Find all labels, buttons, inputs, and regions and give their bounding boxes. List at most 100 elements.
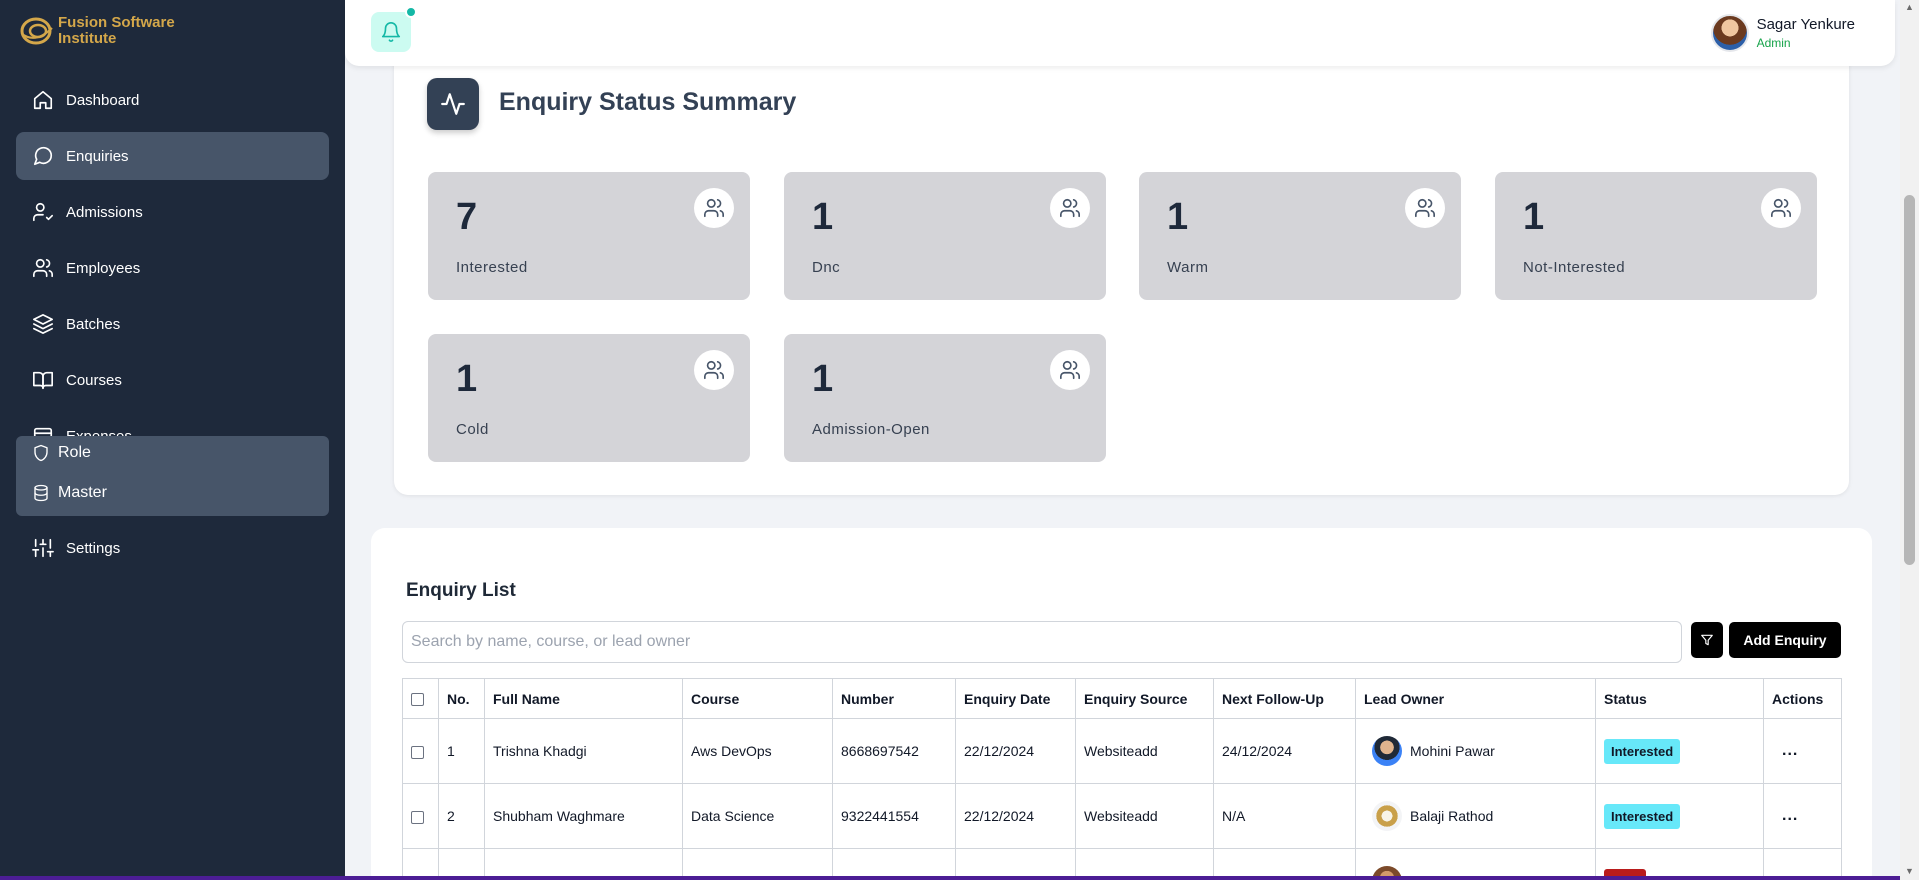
row-actions-button[interactable]: ... bbox=[1772, 807, 1798, 824]
brand[interactable]: Fusion Software Institute bbox=[18, 14, 175, 48]
column-header[interactable]: Status bbox=[1595, 678, 1764, 719]
row-select-cell bbox=[402, 783, 439, 849]
book-open-icon bbox=[33, 371, 53, 390]
stat-label: Not-Interested bbox=[1523, 259, 1626, 276]
lead-owner-name: Balaji Rathod bbox=[1410, 808, 1494, 824]
sidebar-item-dashboard[interactable]: Dashboard bbox=[16, 76, 329, 124]
stat-label: Interested bbox=[456, 259, 528, 276]
enquiry-table: No. Full Name Course Number Enquiry Date… bbox=[402, 678, 1842, 880]
topbar: Sagar Yenkure Admin bbox=[345, 0, 1895, 66]
stat-count: 7 bbox=[456, 196, 478, 238]
layers-icon bbox=[33, 314, 53, 334]
cell-enquiry-source: Websiteadd bbox=[1075, 718, 1214, 784]
stat-label: Dnc bbox=[812, 259, 841, 276]
submenu-item-role[interactable]: Role bbox=[32, 444, 91, 462]
submenu-item-master[interactable]: Master bbox=[32, 484, 107, 502]
stat-card-cold[interactable]: 1 Cold bbox=[428, 334, 750, 462]
filter-button[interactable] bbox=[1691, 622, 1723, 658]
stat-card-warm[interactable]: 1 Warm bbox=[1139, 172, 1461, 300]
stat-label: Cold bbox=[456, 421, 489, 438]
cell-enquiry-source: Websiteadd bbox=[1075, 783, 1214, 849]
users-icon bbox=[694, 188, 734, 228]
cell-status: Interested bbox=[1595, 718, 1764, 784]
cell-full-name: Shubham Waghmare bbox=[484, 783, 683, 849]
column-header[interactable]: Next Follow-Up bbox=[1213, 678, 1356, 719]
bell-icon bbox=[381, 22, 401, 43]
cell-enquiry-date: 22/12/2024 bbox=[955, 718, 1076, 784]
enquiry-list-card: Enquiry List Add Enquiry No. Full Name C… bbox=[371, 528, 1872, 880]
stat-count: 1 bbox=[812, 196, 834, 238]
cell-no: 1 bbox=[438, 718, 485, 784]
column-header[interactable]: Number bbox=[832, 678, 956, 719]
sidebar-item-admissions[interactable]: Admissions bbox=[16, 188, 329, 236]
database-icon bbox=[34, 484, 48, 502]
avatar bbox=[1372, 736, 1402, 766]
shield-icon bbox=[34, 444, 48, 462]
column-header[interactable]: No. bbox=[438, 678, 485, 719]
column-header[interactable]: Course bbox=[682, 678, 833, 719]
search-input[interactable] bbox=[402, 621, 1682, 663]
cell-enquiry-date: 22/12/2024 bbox=[955, 783, 1076, 849]
cell-number: 9322441554 bbox=[832, 783, 956, 849]
users-icon bbox=[1050, 188, 1090, 228]
sidebar-item-settings[interactable]: Settings bbox=[16, 524, 329, 572]
filter-icon bbox=[1701, 634, 1713, 646]
column-header[interactable]: Lead Owner bbox=[1355, 678, 1596, 719]
message-circle-icon bbox=[33, 146, 53, 166]
scroll-down-icon[interactable]: ▼ bbox=[1903, 866, 1916, 876]
master-submenu: Role Master bbox=[16, 436, 329, 516]
sidebar: Fusion Software Institute Dashboard Enqu… bbox=[0, 0, 345, 880]
stat-card-dnc[interactable]: 1 Dnc bbox=[784, 172, 1106, 300]
sidebar-item-employees[interactable]: Employees bbox=[16, 244, 329, 292]
row-actions-button[interactable]: ... bbox=[1772, 742, 1798, 759]
notifications-button[interactable] bbox=[371, 6, 417, 52]
column-header[interactable]: Enquiry Date bbox=[955, 678, 1076, 719]
brand-line-1: Fusion Software bbox=[58, 14, 175, 31]
scroll-up-icon[interactable]: ▲ bbox=[1903, 2, 1916, 12]
sidebar-item-label: Batches bbox=[66, 315, 121, 333]
table-row[interactable]: 1 Trishna Khadgi Aws DevOps 8668697542 2… bbox=[402, 718, 1842, 784]
submenu-item-label: Master bbox=[58, 484, 107, 501]
brand-name: Fusion Software Institute bbox=[58, 15, 175, 47]
row-select-cell bbox=[402, 718, 439, 784]
column-header[interactable]: Full Name bbox=[484, 678, 683, 719]
sidebar-item-label: Admissions bbox=[66, 203, 143, 221]
notification-dot bbox=[405, 6, 417, 18]
cell-course: Data Science bbox=[682, 783, 833, 849]
column-header[interactable]: Enquiry Source bbox=[1075, 678, 1214, 719]
stat-card-admission-open[interactable]: 1 Admission-Open bbox=[784, 334, 1106, 462]
add-enquiry-button[interactable]: Add Enquiry bbox=[1729, 622, 1841, 658]
sidebar-item-batches[interactable]: Batches bbox=[16, 300, 329, 348]
row-checkbox[interactable] bbox=[411, 810, 424, 824]
user-check-icon bbox=[33, 202, 53, 222]
cell-no: 2 bbox=[438, 783, 485, 849]
scrollbar-thumb[interactable] bbox=[1904, 195, 1915, 565]
stat-count: 1 bbox=[1167, 196, 1189, 238]
stat-label: Warm bbox=[1167, 259, 1209, 276]
user-menu[interactable]: Sagar Yenkure Admin bbox=[1710, 14, 1855, 52]
cell-full-name: Trishna Khadgi bbox=[484, 718, 683, 784]
enquiry-status-summary: Enquiry Status Summary 7 Interested 1 Dn… bbox=[394, 40, 1849, 495]
stat-card-interested[interactable]: 7 Interested bbox=[428, 172, 750, 300]
cell-course: Aws DevOps bbox=[682, 718, 833, 784]
sidebar-item-enquiries[interactable]: Enquiries bbox=[16, 132, 329, 180]
cell-actions: ... bbox=[1763, 718, 1842, 784]
column-header: Actions bbox=[1763, 678, 1842, 719]
sidebar-item-label: Employees bbox=[66, 259, 141, 277]
users-icon bbox=[33, 258, 53, 278]
summary-title: Enquiry Status Summary bbox=[499, 88, 797, 116]
row-checkbox[interactable] bbox=[411, 745, 424, 759]
select-all-cell bbox=[402, 678, 439, 719]
cell-lead-owner: Mohini Pawar bbox=[1355, 718, 1596, 784]
table-header-row: No. Full Name Course Number Enquiry Date… bbox=[402, 678, 1842, 719]
table-row[interactable]: 2 Shubham Waghmare Data Science 93224415… bbox=[402, 783, 1842, 849]
cell-actions: ... bbox=[1763, 783, 1842, 849]
users-icon bbox=[1761, 188, 1801, 228]
select-all-checkbox[interactable] bbox=[411, 693, 424, 707]
sidebar-item-courses[interactable]: Courses bbox=[16, 356, 329, 404]
submenu-item-label: Role bbox=[58, 444, 91, 461]
stat-card-not-interested[interactable]: 1 Not-Interested bbox=[1495, 172, 1817, 300]
users-icon bbox=[694, 350, 734, 390]
brand-line-2: Institute bbox=[58, 30, 117, 47]
user-name: Sagar Yenkure bbox=[1756, 16, 1855, 33]
